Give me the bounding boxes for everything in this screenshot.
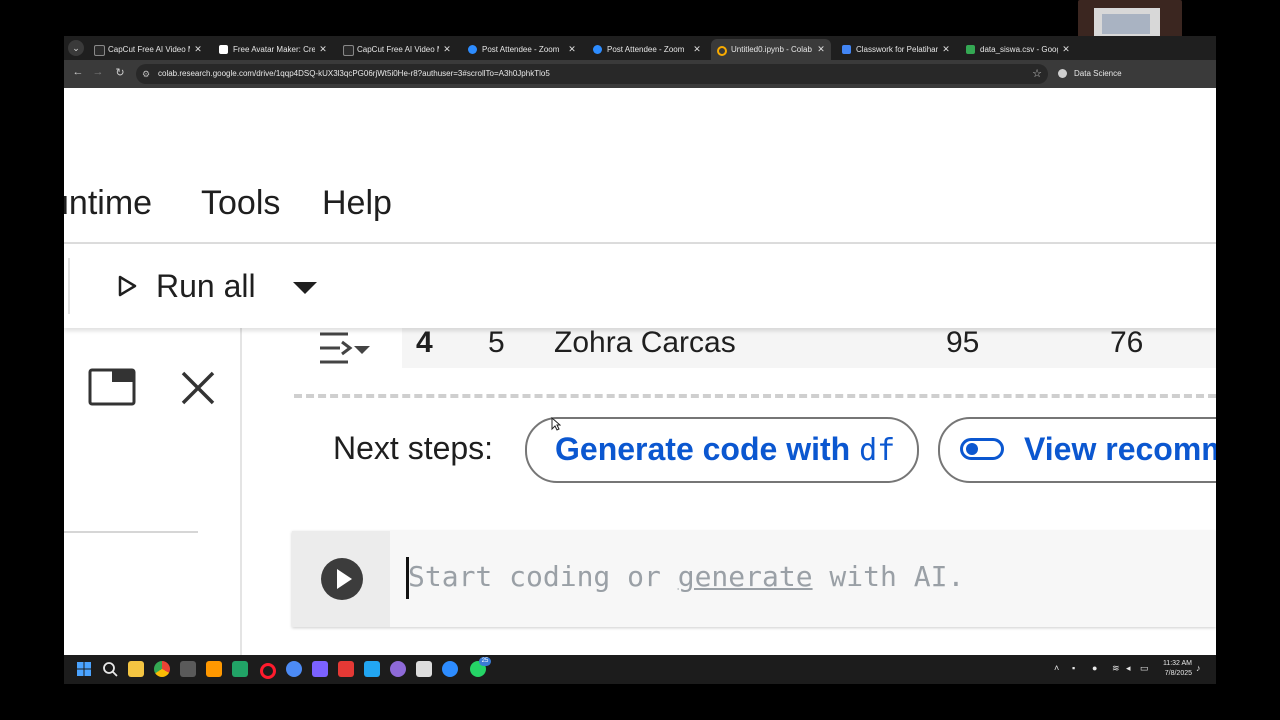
toggle-icon <box>960 438 1004 460</box>
wifi-icon[interactable]: ≋ <box>1112 663 1120 674</box>
site-info-icon[interactable]: ⚙ <box>142 69 152 79</box>
run-all-label: Run all <box>156 268 256 304</box>
close-tab-icon[interactable]: ✕ <box>317 39 329 60</box>
tab-search-chevron-icon[interactable]: ⌄ <box>68 40 84 56</box>
browser-tab-active[interactable]: Untitled0.ipynb - Colab ✕ <box>711 39 831 60</box>
file-explorer-icon[interactable] <box>128 661 144 677</box>
open-in-tab-icon[interactable] <box>88 368 136 406</box>
browser-tab[interactable]: Free Avatar Maker: Create ✕ <box>213 39 333 60</box>
browser-tab[interactable]: Post Attendee - Zoom ✕ <box>587 39 707 60</box>
github-desktop-icon[interactable] <box>390 661 406 677</box>
mouse-pointer-icon <box>551 417 561 431</box>
next-steps-label: Next steps: <box>333 430 494 466</box>
browser-toolbar: ← → ↻ ⚙ colab.research.google.com/drive/… <box>64 60 1216 88</box>
profile-label[interactable]: Data Science <box>1074 60 1122 88</box>
menu-help[interactable]: Help <box>322 184 392 223</box>
inkscape-icon[interactable] <box>416 661 432 677</box>
zoom-favicon-icon <box>468 45 477 54</box>
colab-page: untime Tools Help Run all <box>64 88 1216 655</box>
volume-icon[interactable]: ◂ <box>1126 663 1131 674</box>
show-hidden-icons-icon[interactable]: ˄ <box>1054 663 1059 673</box>
browser-tab[interactable]: Post Attendee - Zoom ✕ <box>462 39 582 60</box>
zoom-favicon-icon <box>593 45 602 54</box>
reload-icon[interactable]: ↻ <box>112 66 128 79</box>
browser-tab[interactable]: CapCut Free AI Video Mak ✕ <box>88 39 208 60</box>
browser-tab-strip: ⌄ CapCut Free AI Video Mak ✕ Free Avatar… <box>64 36 1216 60</box>
caret-down-icon[interactable] <box>292 280 318 296</box>
close-tab-icon[interactable]: ✕ <box>566 39 578 60</box>
classroom-favicon-icon <box>842 45 851 54</box>
windows-start-icon[interactable] <box>76 661 92 677</box>
close-tab-icon[interactable]: ✕ <box>815 39 827 60</box>
bookmark-star-icon[interactable]: ☆ <box>1032 64 1042 84</box>
back-arrow-icon[interactable]: ← <box>70 66 86 78</box>
excel-icon[interactable] <box>232 661 248 677</box>
close-icon[interactable] <box>180 370 216 406</box>
side-panel-divider <box>64 531 198 533</box>
vscode-icon[interactable] <box>364 661 380 677</box>
foxit-reader-icon[interactable] <box>338 661 354 677</box>
app-purple-icon[interactable] <box>312 661 328 677</box>
browser-tab[interactable]: CapCut Free AI Video Mak ✕ <box>337 39 457 60</box>
generate-code-text: Generate code with <box>555 431 851 467</box>
browser-tab[interactable]: data_siswa.csv - Google D ✕ <box>960 39 1076 60</box>
desktop-screen: ⌄ CapCut Free AI Video Mak ✕ Free Avatar… <box>64 36 1216 684</box>
close-tab-icon[interactable]: ✕ <box>192 39 204 60</box>
close-tab-icon[interactable]: ✕ <box>691 39 703 60</box>
notification-badge: 25 <box>479 657 491 666</box>
capcut-favicon-icon <box>343 45 354 56</box>
colab-toolbar: Run all <box>64 244 1216 328</box>
view-recommended-plots-button[interactable]: View recomm <box>938 417 1216 483</box>
opera-icon[interactable] <box>260 663 276 679</box>
colab-favicon-icon <box>717 46 727 56</box>
url-text[interactable]: colab.research.google.com/drive/1qqp4DSQ… <box>158 64 550 84</box>
notifications-bell-icon[interactable]: ♪ <box>1196 663 1201 673</box>
generate-link[interactable]: generate <box>678 560 813 593</box>
run-cell-icon[interactable] <box>320 557 364 601</box>
dataframe-var-name: df <box>859 433 896 468</box>
address-bar[interactable]: ⚙ colab.research.google.com/drive/1qqp4D… <box>136 64 1048 84</box>
editor-placeholder: Start coding or generate with AI. <box>408 555 964 599</box>
terminal-icon[interactable] <box>180 661 196 677</box>
app-hexagon-icon[interactable] <box>286 661 302 677</box>
placeholder-text: with AI. <box>812 560 965 593</box>
browser-tab[interactable]: Classwork for Pelatihan K ✕ <box>836 39 956 60</box>
sublime-text-icon[interactable] <box>206 661 222 677</box>
toolbar-divider <box>68 258 70 314</box>
cell-separator <box>294 394 1216 398</box>
side-panel <box>64 328 242 655</box>
system-clock[interactable]: 11:32 AM 7/8/2025 <box>1163 659 1192 679</box>
tray-app-icon[interactable]: ▪ <box>1072 663 1075 673</box>
microphone-icon[interactable]: ● <box>1092 663 1097 673</box>
chrome-icon[interactable] <box>154 661 170 677</box>
menu-tools[interactable]: Tools <box>201 184 280 223</box>
play-outline-icon <box>118 275 137 297</box>
view-recommended-label: View recomm <box>1024 431 1216 467</box>
generate-code-label: Generate code with df <box>555 419 895 481</box>
close-tab-icon[interactable]: ✕ <box>1060 39 1072 60</box>
menu-runtime[interactable]: untime <box>64 184 152 223</box>
forward-arrow-icon[interactable]: → <box>90 66 106 78</box>
notebook-area: 4 5 Zohra Carcas 95 76 Next steps: Gener… <box>242 318 1216 655</box>
code-editor[interactable]: Start coding or generate with AI. <box>390 531 1216 627</box>
cell-gutter <box>292 531 390 627</box>
clock-date: 7/8/2025 <box>1164 670 1192 677</box>
capcut-favicon-icon <box>94 45 105 56</box>
placeholder-text: Start coding or <box>408 560 678 593</box>
avatar-maker-favicon-icon <box>219 45 228 54</box>
code-cell[interactable]: Start coding or generate with AI. <box>292 531 1216 627</box>
google-drive-favicon-icon <box>966 45 975 54</box>
profile-avatar-icon[interactable] <box>1058 69 1067 78</box>
windows-taskbar: 25 ˄ ▪ ● ≋ ◂ ▭ 11:32 AM 7/8/2025 ♪ <box>64 655 1216 684</box>
zoom-icon[interactable] <box>442 661 458 677</box>
whatsapp-icon[interactable]: 25 <box>470 657 491 677</box>
close-tab-icon[interactable]: ✕ <box>441 39 453 60</box>
clock-time: 11:32 AM <box>1162 660 1192 667</box>
battery-icon[interactable]: ▭ <box>1140 663 1149 674</box>
generate-code-button[interactable]: Generate code with df <box>525 417 919 483</box>
close-tab-icon[interactable]: ✕ <box>940 39 952 60</box>
output-actions-icon[interactable] <box>318 328 372 370</box>
search-icon[interactable] <box>102 661 118 677</box>
